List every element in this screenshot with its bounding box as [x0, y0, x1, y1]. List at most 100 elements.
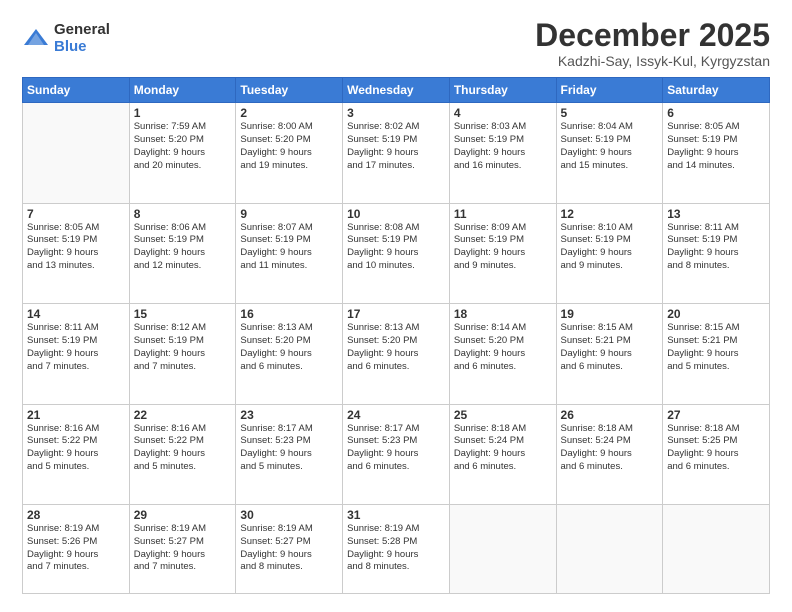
month-title: December 2025 [535, 18, 770, 53]
cell-info: Sunrise: 8:19 AM Sunset: 5:27 PM Dayligh… [134, 523, 232, 574]
table-row [556, 504, 663, 593]
table-row: 18Sunrise: 8:14 AM Sunset: 5:20 PM Dayli… [449, 304, 556, 404]
table-row: 22Sunrise: 8:16 AM Sunset: 5:22 PM Dayli… [129, 404, 236, 504]
cell-info: Sunrise: 8:16 AM Sunset: 5:22 PM Dayligh… [134, 423, 232, 474]
day-number: 7 [27, 207, 125, 221]
day-number: 8 [134, 207, 232, 221]
day-number: 4 [454, 106, 552, 120]
day-number: 25 [454, 408, 552, 422]
cell-info: Sunrise: 8:02 AM Sunset: 5:19 PM Dayligh… [347, 121, 445, 172]
table-row: 28Sunrise: 8:19 AM Sunset: 5:26 PM Dayli… [23, 504, 130, 593]
table-row: 14Sunrise: 8:11 AM Sunset: 5:19 PM Dayli… [23, 304, 130, 404]
logo-general-text: General [54, 22, 110, 39]
table-row: 7Sunrise: 8:05 AM Sunset: 5:19 PM Daylig… [23, 203, 130, 303]
col-thursday: Thursday [449, 78, 556, 103]
table-row: 11Sunrise: 8:09 AM Sunset: 5:19 PM Dayli… [449, 203, 556, 303]
table-row [449, 504, 556, 593]
location-title: Kadzhi-Say, Issyk-Kul, Kyrgyzstan [535, 53, 770, 69]
table-row: 16Sunrise: 8:13 AM Sunset: 5:20 PM Dayli… [236, 304, 343, 404]
cell-info: Sunrise: 8:19 AM Sunset: 5:28 PM Dayligh… [347, 523, 445, 574]
day-number: 26 [561, 408, 659, 422]
cell-info: Sunrise: 8:13 AM Sunset: 5:20 PM Dayligh… [240, 322, 338, 373]
cell-info: Sunrise: 8:19 AM Sunset: 5:27 PM Dayligh… [240, 523, 338, 574]
col-saturday: Saturday [663, 78, 770, 103]
table-row: 2Sunrise: 8:00 AM Sunset: 5:20 PM Daylig… [236, 103, 343, 203]
table-row: 1Sunrise: 7:59 AM Sunset: 5:20 PM Daylig… [129, 103, 236, 203]
col-friday: Friday [556, 78, 663, 103]
cell-info: Sunrise: 8:18 AM Sunset: 5:24 PM Dayligh… [454, 423, 552, 474]
table-row: 17Sunrise: 8:13 AM Sunset: 5:20 PM Dayli… [343, 304, 450, 404]
day-number: 22 [134, 408, 232, 422]
day-number: 31 [347, 508, 445, 522]
cell-info: Sunrise: 8:10 AM Sunset: 5:19 PM Dayligh… [561, 222, 659, 273]
cell-info: Sunrise: 8:11 AM Sunset: 5:19 PM Dayligh… [667, 222, 765, 273]
table-row: 3Sunrise: 8:02 AM Sunset: 5:19 PM Daylig… [343, 103, 450, 203]
logo-blue-text: Blue [54, 39, 110, 56]
day-number: 29 [134, 508, 232, 522]
table-row: 13Sunrise: 8:11 AM Sunset: 5:19 PM Dayli… [663, 203, 770, 303]
cell-info: Sunrise: 8:17 AM Sunset: 5:23 PM Dayligh… [240, 423, 338, 474]
page: General Blue December 2025 Kadzhi-Say, I… [0, 0, 792, 612]
day-number: 15 [134, 307, 232, 321]
cell-info: Sunrise: 8:18 AM Sunset: 5:24 PM Dayligh… [561, 423, 659, 474]
col-tuesday: Tuesday [236, 78, 343, 103]
day-number: 10 [347, 207, 445, 221]
day-number: 16 [240, 307, 338, 321]
calendar-table: Sunday Monday Tuesday Wednesday Thursday… [22, 77, 770, 594]
cell-info: Sunrise: 8:11 AM Sunset: 5:19 PM Dayligh… [27, 322, 125, 373]
cell-info: Sunrise: 8:19 AM Sunset: 5:26 PM Dayligh… [27, 523, 125, 574]
day-number: 20 [667, 307, 765, 321]
logo-text: General Blue [54, 22, 110, 55]
day-number: 23 [240, 408, 338, 422]
cell-info: Sunrise: 8:08 AM Sunset: 5:19 PM Dayligh… [347, 222, 445, 273]
table-row: 19Sunrise: 8:15 AM Sunset: 5:21 PM Dayli… [556, 304, 663, 404]
day-number: 18 [454, 307, 552, 321]
title-block: December 2025 Kadzhi-Say, Issyk-Kul, Kyr… [535, 18, 770, 69]
cell-info: Sunrise: 8:00 AM Sunset: 5:20 PM Dayligh… [240, 121, 338, 172]
day-number: 6 [667, 106, 765, 120]
table-row: 29Sunrise: 8:19 AM Sunset: 5:27 PM Dayli… [129, 504, 236, 593]
day-number: 9 [240, 207, 338, 221]
cell-info: Sunrise: 8:18 AM Sunset: 5:25 PM Dayligh… [667, 423, 765, 474]
day-number: 2 [240, 106, 338, 120]
cell-info: Sunrise: 8:13 AM Sunset: 5:20 PM Dayligh… [347, 322, 445, 373]
header: General Blue December 2025 Kadzhi-Say, I… [22, 18, 770, 69]
cell-info: Sunrise: 8:17 AM Sunset: 5:23 PM Dayligh… [347, 423, 445, 474]
table-row: 15Sunrise: 8:12 AM Sunset: 5:19 PM Dayli… [129, 304, 236, 404]
day-number: 28 [27, 508, 125, 522]
day-number: 11 [454, 207, 552, 221]
day-number: 27 [667, 408, 765, 422]
calendar-header-row: Sunday Monday Tuesday Wednesday Thursday… [23, 78, 770, 103]
cell-info: Sunrise: 8:15 AM Sunset: 5:21 PM Dayligh… [561, 322, 659, 373]
table-row: 25Sunrise: 8:18 AM Sunset: 5:24 PM Dayli… [449, 404, 556, 504]
day-number: 5 [561, 106, 659, 120]
table-row [23, 103, 130, 203]
table-row: 24Sunrise: 8:17 AM Sunset: 5:23 PM Dayli… [343, 404, 450, 504]
logo-icon [22, 25, 50, 53]
cell-info: Sunrise: 8:04 AM Sunset: 5:19 PM Dayligh… [561, 121, 659, 172]
table-row: 20Sunrise: 8:15 AM Sunset: 5:21 PM Dayli… [663, 304, 770, 404]
cell-info: Sunrise: 8:05 AM Sunset: 5:19 PM Dayligh… [667, 121, 765, 172]
day-number: 14 [27, 307, 125, 321]
table-row: 9Sunrise: 8:07 AM Sunset: 5:19 PM Daylig… [236, 203, 343, 303]
logo: General Blue [22, 22, 110, 55]
table-row: 10Sunrise: 8:08 AM Sunset: 5:19 PM Dayli… [343, 203, 450, 303]
cell-info: Sunrise: 8:03 AM Sunset: 5:19 PM Dayligh… [454, 121, 552, 172]
cell-info: Sunrise: 8:05 AM Sunset: 5:19 PM Dayligh… [27, 222, 125, 273]
cell-info: Sunrise: 8:07 AM Sunset: 5:19 PM Dayligh… [240, 222, 338, 273]
col-sunday: Sunday [23, 78, 130, 103]
day-number: 3 [347, 106, 445, 120]
table-row: 31Sunrise: 8:19 AM Sunset: 5:28 PM Dayli… [343, 504, 450, 593]
cell-info: Sunrise: 8:06 AM Sunset: 5:19 PM Dayligh… [134, 222, 232, 273]
table-row: 6Sunrise: 8:05 AM Sunset: 5:19 PM Daylig… [663, 103, 770, 203]
col-wednesday: Wednesday [343, 78, 450, 103]
cell-info: Sunrise: 8:15 AM Sunset: 5:21 PM Dayligh… [667, 322, 765, 373]
col-monday: Monday [129, 78, 236, 103]
day-number: 17 [347, 307, 445, 321]
table-row: 8Sunrise: 8:06 AM Sunset: 5:19 PM Daylig… [129, 203, 236, 303]
table-row: 30Sunrise: 8:19 AM Sunset: 5:27 PM Dayli… [236, 504, 343, 593]
table-row: 23Sunrise: 8:17 AM Sunset: 5:23 PM Dayli… [236, 404, 343, 504]
cell-info: Sunrise: 7:59 AM Sunset: 5:20 PM Dayligh… [134, 121, 232, 172]
day-number: 24 [347, 408, 445, 422]
day-number: 1 [134, 106, 232, 120]
